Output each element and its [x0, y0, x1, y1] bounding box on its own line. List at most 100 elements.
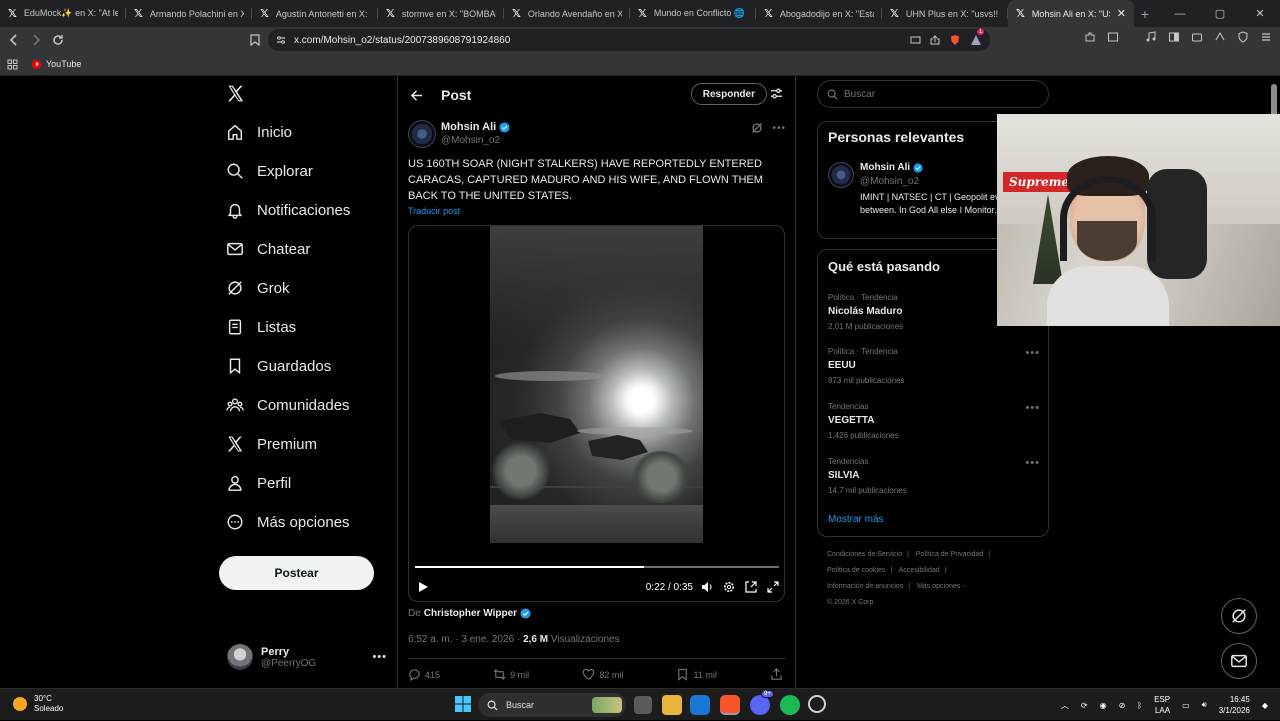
- brave-rewards-icon[interactable]: 1: [970, 29, 985, 46]
- address-bar[interactable]: x.com/Mohsin_o2/status/20073896087919248…: [268, 29, 990, 51]
- vpn-shield-icon[interactable]: [1237, 31, 1249, 43]
- author-name[interactable]: Mohsin Ali: [441, 121, 496, 133]
- picture-in-picture-icon[interactable]: [745, 581, 757, 593]
- reply-button[interactable]: Responder: [690, 83, 767, 105]
- language-indicator[interactable]: ESP LAA: [1154, 694, 1170, 716]
- repost-action[interactable]: 9 mil: [493, 668, 529, 681]
- bookmark-youtube[interactable]: YouTube: [32, 59, 81, 69]
- wallet-icon[interactable]: [1191, 31, 1203, 43]
- forward-arrow-icon[interactable]: [25, 29, 47, 51]
- browser-tab[interactable]: 𝕏 UHN Plus en X: "usvs!! | Últ: [882, 0, 1008, 27]
- relevant-name[interactable]: Mohsin Ali: [860, 162, 910, 173]
- browser-tab[interactable]: 𝕏 Armando Polachini en X: "S: [126, 0, 252, 27]
- trend-item[interactable]: Tendencias SILVIA 14,7 mil publicaciones…: [828, 457, 1040, 495]
- trend-item[interactable]: Tendencias VEGETTA 1.426 publicaciones •…: [828, 402, 1040, 440]
- settings-sliders-icon[interactable]: [770, 87, 783, 100]
- maximize-icon[interactable]: ▢: [1200, 0, 1240, 27]
- avatar[interactable]: [828, 162, 854, 188]
- brave-shields-icon[interactable]: [949, 34, 961, 46]
- windows-start-icon[interactable]: [454, 695, 474, 715]
- sidebar-icon[interactable]: [1168, 31, 1180, 43]
- browser-tab[interactable]: 𝕏 Abogadodijo en X: "Está p: [756, 0, 882, 27]
- extensions-icon[interactable]: [1084, 31, 1096, 43]
- nav-profile[interactable]: Perfil: [226, 474, 291, 492]
- nav-premium[interactable]: Premium: [226, 435, 317, 453]
- taskbar-search[interactable]: Buscar: [478, 693, 626, 717]
- browser-tab[interactable]: 𝕏stormve en X: "BOMBARDEO: [378, 0, 504, 27]
- translate-link[interactable]: Traducir post: [408, 206, 460, 216]
- more-dots-icon[interactable]: •••: [372, 651, 387, 663]
- brave-browser-icon[interactable]: [720, 695, 740, 715]
- messages-fab-button[interactable]: [1221, 643, 1257, 679]
- author-handle[interactable]: @Mohsin_o2: [441, 135, 500, 146]
- more-dots-icon[interactable]: •••: [1025, 457, 1040, 469]
- menu-icon[interactable]: [1260, 31, 1272, 43]
- volume-icon[interactable]: 🔊︎: [1202, 700, 1207, 710]
- footer-link[interactable]: Condiciones de Servicio: [827, 551, 902, 558]
- url-text[interactable]: x.com/Mohsin_o2/status/20073896087919248…: [294, 35, 510, 46]
- volume-icon[interactable]: [701, 581, 713, 593]
- back-arrow-icon[interactable]: [410, 89, 423, 102]
- footer-link[interactable]: Accesibilidad: [899, 567, 940, 574]
- footer-link[interactable]: Información de anuncios: [827, 583, 903, 590]
- nav-explore[interactable]: Explorar: [226, 162, 313, 180]
- search-input[interactable]: Buscar: [817, 80, 1049, 108]
- grok-icon[interactable]: [751, 122, 763, 134]
- show-more-link[interactable]: Mostrar más: [828, 514, 884, 525]
- reload-icon[interactable]: [47, 29, 69, 51]
- footer-link[interactable]: Política de cookies: [827, 567, 885, 574]
- video-progress-bar[interactable]: [415, 566, 779, 568]
- discord-icon[interactable]: 9+: [750, 690, 774, 715]
- account-switcher[interactable]: Perry @PeerryOG •••: [227, 642, 387, 672]
- post-author[interactable]: Mohsin Ali @Mohsin_o2 •••: [408, 120, 788, 150]
- from-author-link[interactable]: Christopher Wipper: [424, 608, 517, 619]
- network-icon[interactable]: ▭: [1182, 701, 1190, 710]
- close-window-icon[interactable]: ✕: [1240, 0, 1280, 27]
- nav-lists[interactable]: Listas: [226, 318, 296, 336]
- more-dots-icon[interactable]: •••: [772, 123, 786, 134]
- relevant-handle[interactable]: @Mohsin_o2: [860, 176, 919, 187]
- bookmark-action[interactable]: 11 mil: [676, 668, 717, 681]
- cast-icon[interactable]: [910, 36, 921, 45]
- nav-bookmarks[interactable]: Guardados: [226, 357, 331, 375]
- minimize-icon[interactable]: —: [1160, 0, 1200, 27]
- share-icon[interactable]: [930, 35, 940, 45]
- chevron-up-icon[interactable]: ︿: [1061, 700, 1069, 711]
- back-arrow-icon[interactable]: [3, 29, 25, 51]
- footer-link[interactable]: Política de Privacidad: [916, 551, 983, 558]
- sync-icon[interactable]: ⟳: [1081, 701, 1088, 710]
- notification-bell-icon[interactable]: ◆: [1262, 701, 1268, 710]
- post-button[interactable]: Postear: [219, 556, 374, 590]
- x-logo-icon[interactable]: [226, 84, 245, 103]
- video-player[interactable]: 0:22 / 0:35: [408, 225, 785, 602]
- settings-gear-icon[interactable]: [723, 581, 735, 593]
- reply-action[interactable]: 415: [408, 668, 440, 681]
- scrollbar[interactable]: [1271, 84, 1277, 116]
- steam-icon[interactable]: ◉: [1100, 701, 1107, 710]
- file-explorer-icon[interactable]: [662, 695, 682, 715]
- play-icon[interactable]: [417, 581, 429, 593]
- outlook-icon[interactable]: [690, 695, 710, 715]
- mic-muted-icon[interactable]: ⊘: [1119, 701, 1126, 710]
- leo-ai-icon[interactable]: [1214, 31, 1226, 43]
- footer-link[interactable]: Más opciones ···: [917, 583, 969, 590]
- spotify-icon[interactable]: [780, 695, 800, 715]
- new-tab-button[interactable]: +: [1134, 0, 1156, 27]
- nav-communities[interactable]: Comunidades: [226, 396, 350, 414]
- bookmark-page-icon[interactable]: [244, 29, 266, 51]
- browser-tab[interactable]: 𝕏 Mundo en Conflicto 🌐 en: [630, 0, 756, 27]
- fullscreen-icon[interactable]: [767, 581, 779, 593]
- media-icon[interactable]: [1145, 31, 1157, 43]
- bluetooth-icon[interactable]: ᛒ: [1137, 701, 1142, 710]
- screenshot-icon[interactable]: [1107, 31, 1119, 43]
- browser-tab[interactable]: 𝕏 EduMock✨ en X: "At least: [0, 0, 126, 27]
- post-timestamp[interactable]: 6:52 a. m. · 3 ene. 2026 ·: [408, 634, 520, 645]
- share-action[interactable]: [770, 668, 783, 681]
- clock[interactable]: 16:45 3/1/2026: [1219, 694, 1250, 716]
- nav-more[interactable]: Más opciones: [226, 513, 350, 531]
- nav-home[interactable]: Inicio: [226, 123, 292, 141]
- browser-tab-active[interactable]: 𝕏 Mohsin Ali en X: "US ✕: [1008, 0, 1134, 27]
- weather-widget[interactable]: 30°C Soleado: [13, 694, 63, 714]
- avatar[interactable]: [408, 120, 436, 148]
- obs-icon[interactable]: [808, 695, 826, 713]
